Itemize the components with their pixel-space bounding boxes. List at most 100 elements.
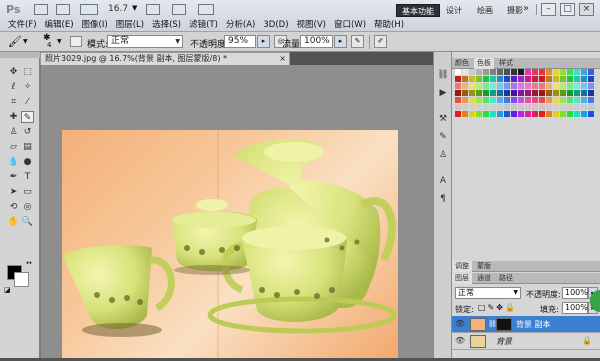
tab-masks[interactable]: 蒙版 — [474, 261, 494, 272]
color-swatch[interactable] — [497, 104, 503, 110]
lasso-icon[interactable]: ℓ — [7, 81, 20, 93]
tab-channels[interactable]: 通道 — [474, 273, 494, 284]
color-swatch[interactable] — [574, 111, 580, 117]
hand-tool-icon[interactable] — [146, 4, 160, 15]
color-swatch[interactable] — [504, 97, 510, 103]
minibridge-icon[interactable] — [56, 4, 70, 15]
marquee-icon[interactable]: ⬚ — [21, 66, 34, 78]
chevron-down-icon[interactable]: ▼ — [57, 38, 62, 45]
color-swatch[interactable] — [490, 83, 496, 89]
color-swatch[interactable] — [511, 83, 517, 89]
color-swatch[interactable] — [511, 90, 517, 96]
color-swatch[interactable] — [525, 90, 531, 96]
blur-icon[interactable]: 💧 — [7, 156, 20, 168]
color-swatch[interactable] — [455, 111, 461, 117]
3d-orbit-icon[interactable]: ◎ — [21, 201, 34, 213]
color-swatch[interactable] — [588, 97, 594, 103]
dodge-icon[interactable]: ● — [21, 156, 34, 168]
color-swatch[interactable] — [539, 104, 545, 110]
close-icon[interactable]: × — [279, 53, 286, 65]
color-swatch[interactable] — [483, 111, 489, 117]
menu-analysis[interactable]: 分析(A) — [218, 18, 255, 32]
menu-filter[interactable]: 滤镜(T) — [181, 18, 218, 32]
color-swatch[interactable] — [567, 97, 573, 103]
workspace-basic-button[interactable]: 基本功能 — [396, 4, 440, 17]
color-swatch[interactable] — [476, 90, 482, 96]
color-swatch[interactable] — [560, 90, 566, 96]
color-swatch[interactable] — [574, 97, 580, 103]
color-swatch[interactable] — [490, 69, 496, 75]
pen-icon[interactable]: ✒ — [7, 171, 20, 183]
color-swatch[interactable] — [469, 76, 475, 82]
menu-3d[interactable]: 3D(D) — [255, 18, 288, 32]
color-swatch[interactable] — [553, 76, 559, 82]
color-swatch[interactable] — [483, 69, 489, 75]
color-swatch[interactable] — [525, 76, 531, 82]
menu-file[interactable]: 文件(F) — [0, 18, 37, 32]
swap-colors-icon[interactable]: ↔ — [26, 259, 32, 267]
color-swatch[interactable] — [490, 111, 496, 117]
color-swatch[interactable] — [476, 97, 482, 103]
color-swatch[interactable] — [588, 83, 594, 89]
menu-edit[interactable]: 编辑(E) — [37, 18, 74, 32]
default-colors-icon[interactable]: ◪ — [4, 286, 11, 294]
layer-row[interactable]: 👁 ⛓ 背景 副本 — [452, 316, 600, 333]
lock-icon[interactable]: □✎✥🔒 — [478, 303, 517, 312]
tab-layers[interactable]: 图层 — [452, 273, 472, 284]
color-swatch[interactable] — [469, 111, 475, 117]
color-swatch[interactable] — [581, 97, 587, 103]
hand-icon[interactable]: ✋ — [7, 216, 20, 228]
color-swatch[interactable] — [546, 97, 552, 103]
color-swatch[interactable] — [476, 104, 482, 110]
color-swatch[interactable] — [525, 97, 531, 103]
color-swatch[interactable] — [588, 111, 594, 117]
color-swatch[interactable] — [462, 83, 468, 89]
layer-row[interactable]: 👁 背景 🔒 — [452, 333, 600, 350]
color-swatch[interactable] — [532, 97, 538, 103]
color-swatch[interactable] — [511, 104, 517, 110]
color-swatch[interactable] — [490, 90, 496, 96]
color-swatch[interactable] — [553, 83, 559, 89]
flow-input[interactable]: 100% — [300, 35, 333, 48]
color-swatch[interactable] — [581, 76, 587, 82]
color-swatch[interactable] — [455, 104, 461, 110]
color-swatch[interactable] — [504, 104, 510, 110]
color-swatch[interactable] — [462, 97, 468, 103]
color-swatch[interactable] — [567, 83, 573, 89]
tab-adjustments[interactable]: 调整 — [452, 261, 472, 272]
workspace-design-button[interactable]: 设计 — [441, 4, 467, 17]
swatch-grid[interactable] — [455, 69, 595, 121]
color-swatch[interactable] — [497, 76, 503, 82]
healing-icon[interactable]: ✚ — [7, 111, 20, 123]
color-swatch[interactable] — [546, 104, 552, 110]
more-workspaces-icon[interactable]: » — [523, 3, 529, 14]
zoom-level[interactable]: 16.7 — [108, 4, 128, 14]
color-swatch[interactable] — [469, 83, 475, 89]
chevron-down-icon[interactable]: ▼ — [23, 38, 28, 45]
color-swatch[interactable] — [483, 104, 489, 110]
fill-input[interactable]: 100% — [562, 302, 588, 314]
tool-presets-icon[interactable]: ⚒ — [437, 114, 449, 125]
eye-icon[interactable]: 👁 — [455, 319, 465, 329]
color-swatch[interactable] — [518, 83, 524, 89]
color-swatch[interactable] — [553, 97, 559, 103]
color-swatch[interactable] — [560, 111, 566, 117]
gradient-icon[interactable]: ▤ — [21, 141, 34, 153]
tab-color[interactable]: 颜色 — [452, 58, 472, 69]
mask-icon[interactable] — [496, 318, 512, 331]
color-swatch[interactable] — [483, 97, 489, 103]
color-swatch[interactable] — [455, 83, 461, 89]
flow-slider-button[interactable]: ▸ — [334, 35, 347, 48]
color-swatch[interactable] — [539, 90, 545, 96]
menu-select[interactable]: 选择(S) — [144, 18, 181, 32]
color-swatch[interactable] — [455, 76, 461, 82]
color-swatch[interactable] — [483, 83, 489, 89]
zoom-tool-icon[interactable] — [172, 4, 186, 15]
color-swatch[interactable] — [539, 76, 545, 82]
view-extras-icon[interactable] — [80, 4, 98, 15]
color-swatch[interactable] — [532, 83, 538, 89]
color-swatch[interactable] — [497, 97, 503, 103]
color-swatch[interactable] — [518, 69, 524, 75]
color-swatch[interactable] — [469, 90, 475, 96]
zoom-icon[interactable]: 🔍 — [21, 216, 34, 228]
